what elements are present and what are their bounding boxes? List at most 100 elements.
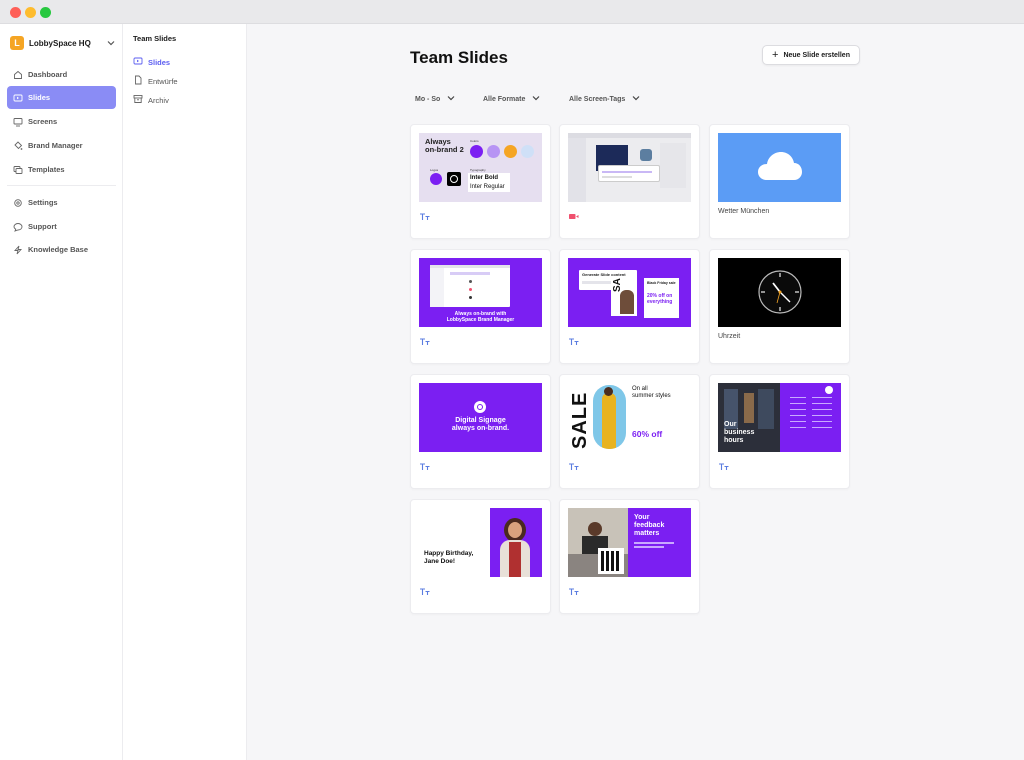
sidebar-item-label: Slides — [28, 93, 51, 102]
chevron-down-icon — [532, 95, 540, 103]
thumb-text: on-brand 2 — [425, 145, 464, 154]
close-window-button[interactable] — [10, 7, 21, 18]
main-sidebar: L LobbySpace HQ Dashboard Slides Screens… — [0, 24, 123, 760]
text-type-icon — [568, 583, 580, 595]
filter-days-label: Mo - So — [415, 95, 441, 103]
thumb-text: summer styles — [632, 393, 671, 399]
color-swatch — [521, 145, 534, 158]
slide-thumbnail: Generate Slide content SA Black Friday s… — [568, 258, 691, 327]
chat-bubble-icon — [13, 222, 23, 232]
sidebar-item-knowledge-base[interactable]: Knowledge Base — [7, 238, 116, 261]
slide-thumbnail — [718, 258, 841, 327]
thumb-text: hours — [724, 437, 744, 444]
subnav-item-slides[interactable]: Slides — [133, 56, 170, 68]
slide-thumbnail: Our business hours — [718, 383, 841, 452]
thumb-text: Black Friday sale — [647, 281, 676, 285]
new-slide-button[interactable]: + Neue Slide erstellen — [762, 45, 860, 65]
text-type-icon — [419, 458, 431, 470]
chevron-down-icon — [632, 95, 640, 103]
brand-logo-icon — [825, 386, 833, 394]
subnav-item-label: Archiv — [148, 95, 169, 105]
brand-logo-icon — [474, 401, 486, 413]
filter-formats-label: Alle Formate — [483, 95, 526, 103]
gear-icon — [13, 198, 23, 208]
slide-thumbnail — [568, 133, 691, 202]
text-type-icon — [419, 583, 431, 595]
chevron-down-icon — [447, 95, 455, 103]
thumb-text: Our — [724, 421, 737, 428]
thumb-text: Digital Signage — [455, 417, 506, 424]
sidebar-item-label: Dashboard — [28, 70, 68, 79]
thumb-text: LobbySpace Brand Manager — [446, 317, 515, 323]
thumb-text: SALE — [569, 391, 591, 449]
slides-icon — [13, 93, 23, 103]
slide-thumbnail: Always on-brand 2 Colors Logos Typograph… — [419, 133, 542, 202]
filter-screen-tags-label: Alle Screen-Tags — [569, 95, 626, 103]
slide-card[interactable]: Wetter München — [709, 124, 850, 239]
subnav-item-archive[interactable]: Archiv — [133, 94, 169, 106]
slide-thumbnail: Digital Signage always on-brand. — [419, 383, 542, 452]
sidebar-item-slides[interactable]: Slides — [7, 86, 116, 109]
sidebar-item-templates[interactable]: Templates — [7, 158, 116, 181]
sidebar-item-brand-manager[interactable]: Brand Manager — [7, 134, 116, 157]
slide-card[interactable]: Our business hours — [709, 374, 850, 489]
text-type-icon — [568, 458, 580, 470]
slide-card-label: Wetter München — [718, 208, 770, 215]
slide-card-label: Uhrzeit — [718, 333, 741, 340]
slide-card[interactable]: Generate Slide content SA Black Friday s… — [559, 249, 700, 364]
filter-days-dropdown[interactable]: Mo - So — [415, 92, 455, 106]
thumb-text: Typography — [470, 168, 486, 172]
workspace-switcher[interactable]: L LobbySpace HQ — [10, 34, 115, 52]
slides-icon — [133, 53, 143, 71]
slide-card[interactable] — [559, 124, 700, 239]
text-type-icon — [568, 333, 580, 345]
slide-thumbnail — [718, 133, 841, 202]
color-swatch — [470, 145, 483, 158]
sidebar-item-settings[interactable]: Settings — [7, 191, 116, 214]
slide-thumbnail: Happy Birthday, Jane Doe! — [419, 508, 542, 577]
text-type-icon — [718, 458, 730, 470]
filter-screen-tags-dropdown[interactable]: Alle Screen-Tags — [569, 92, 640, 106]
logo-swatch — [430, 173, 442, 185]
slide-card[interactable]: Always on-brand with LobbySpace Brand Ma… — [410, 249, 551, 364]
minimize-window-button[interactable] — [25, 7, 36, 18]
subnav-item-label: Entwürfe — [148, 76, 178, 86]
slide-card[interactable]: Uhrzeit — [709, 249, 850, 364]
sidebar-item-label: Templates — [28, 165, 65, 174]
chevron-down-icon — [107, 39, 115, 48]
sidebar-item-dashboard[interactable]: Dashboard — [7, 63, 116, 86]
filter-formats-dropdown[interactable]: Alle Formate — [483, 92, 540, 106]
thumb-text: Inter Regular — [470, 184, 505, 190]
thumb-text: Jane Doe! — [424, 558, 456, 565]
slide-card[interactable]: Always on-brand 2 Colors Logos Typograph… — [410, 124, 551, 239]
thumb-text: Happy Birthday, — [424, 550, 474, 557]
slide-card[interactable]: Digital Signage always on-brand. — [410, 374, 551, 489]
sidebar-item-label: Support — [28, 222, 57, 231]
color-swatch — [487, 145, 500, 158]
sidebar-item-label: Knowledge Base — [28, 245, 89, 254]
slide-card[interactable]: SALE On all summer styles 60% off — [559, 374, 700, 489]
text-type-icon — [419, 208, 431, 220]
cloud-icon — [757, 150, 803, 187]
slide-card[interactable]: Your feedback matters — [559, 499, 700, 614]
slide-thumbnail: SALE On all summer styles 60% off — [568, 383, 691, 452]
slide-thumbnail: Your feedback matters — [568, 508, 691, 577]
thumb-text: Your — [634, 514, 650, 521]
new-slide-button-label: Neue Slide erstellen — [783, 51, 850, 59]
sidebar-item-label: Brand Manager — [28, 141, 83, 150]
sidebar-item-support[interactable]: Support — [7, 215, 116, 238]
workspace-avatar: L — [10, 36, 24, 50]
subnav-item-drafts[interactable]: Entwürfe — [133, 75, 178, 87]
sidebar-divider — [7, 185, 116, 186]
thumb-text: business — [724, 429, 755, 436]
slide-thumbnail: Always on-brand with LobbySpace Brand Ma… — [419, 258, 542, 327]
sidebar-item-screens[interactable]: Screens — [7, 110, 116, 133]
maximize-window-button[interactable] — [40, 7, 51, 18]
home-icon — [13, 70, 23, 80]
thumb-text: Generate Slide content — [582, 272, 626, 277]
main-content: Team Slides + Neue Slide erstellen Mo - … — [247, 24, 1024, 760]
paint-bucket-icon — [13, 140, 23, 151]
slide-card[interactable]: Happy Birthday, Jane Doe! — [410, 499, 551, 614]
thumb-text: Logos — [430, 168, 439, 172]
thumb-text: feedback — [634, 522, 665, 529]
